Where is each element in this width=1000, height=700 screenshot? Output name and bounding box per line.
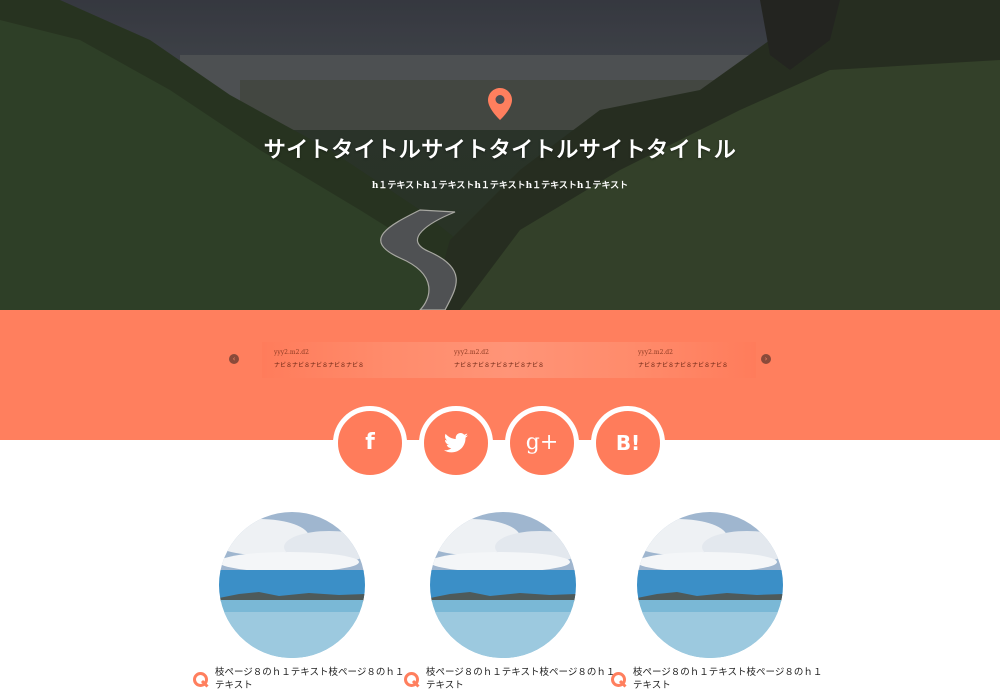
q-icon [193,672,209,688]
hatena-bookmark-button[interactable]: B! [591,406,665,480]
slider-item[interactable]: yyy2.m2.d2 ナビ８ナビ８ナビ８ナビ８ナビ８ [454,349,614,369]
google-plus-button[interactable]: g+ [505,406,579,480]
slider-item-nav: ナビ８ナビ８ナビ８ナビ８ナビ８ [274,362,365,369]
facebook-icon: f [365,430,375,455]
hero-section: サイトタイトルサイトタイトルサイトタイトル h１テキストh１テキストh１テキスト… [0,0,1000,310]
card-title[interactable]: 枝ページ８のｈ１テキスト枝ページ８のｈ１テキスト [426,666,616,692]
card-image[interactable] [219,512,365,658]
q-icon [404,672,420,688]
news-slider: yyy2.m2.d2 ナビ８ナビ８ナビ８ナビ８ナビ８ yyy2.m2.d2 ナビ… [262,342,756,378]
google-plus-icon: g+ [525,430,559,455]
chevron-left-icon[interactable]: ‹ [229,354,239,364]
hero-content: サイトタイトルサイトタイトルサイトタイトル h１テキストh１テキストh１テキスト… [0,88,1000,191]
facebook-button[interactable]: f [333,406,407,480]
twitter-button[interactable] [419,406,493,480]
q-icon [611,672,627,688]
article-card[interactable]: 枝ページ８のｈ１テキスト枝ページ８のｈ１テキスト [611,512,837,691]
slider-item-nav: ナビ８ナビ８ナビ８ナビ８ナビ８ [454,362,545,369]
chevron-right-icon[interactable]: › [761,354,771,364]
map-pin-icon [488,88,512,124]
card-title[interactable]: 枝ページ８のｈ１テキスト枝ページ８のｈ１テキスト [215,666,405,692]
slider-item-domain: yyy2.m2.d2 [638,349,673,356]
card-image[interactable] [430,512,576,658]
site-subtitle: h１テキストh１テキストh１テキストh１テキストh１テキスト [371,181,629,191]
slider-item-domain: yyy2.m2.d2 [454,349,489,356]
slider-item-nav: ナビ８ナビ８ナビ８ナビ８ナビ８ [638,362,729,369]
article-card[interactable]: 枝ページ８のｈ１テキスト枝ページ８のｈ１テキスト [193,512,419,691]
slider-item-domain: yyy2.m2.d2 [274,349,309,356]
slider-item[interactable]: yyy2.m2.d2 ナビ８ナビ８ナビ８ナビ８ナビ８ [274,349,434,369]
article-card[interactable]: 枝ページ８のｈ１テキスト枝ページ８のｈ１テキスト [404,512,630,691]
card-title[interactable]: 枝ページ８のｈ１テキスト枝ページ８のｈ１テキスト [633,666,823,692]
site-title: サイトタイトルサイトタイトルサイトタイトル [263,137,737,163]
slider-item[interactable]: yyy2.m2.d2 ナビ８ナビ８ナビ８ナビ８ナビ８ [638,349,798,369]
card-image[interactable] [637,512,783,658]
twitter-icon [444,430,468,455]
hatena-bookmark-icon: B! [615,431,641,455]
